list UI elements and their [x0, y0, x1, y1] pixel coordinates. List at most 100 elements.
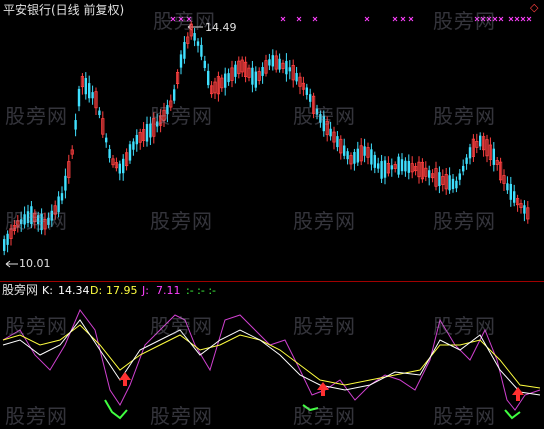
- watermark: 股旁网: [5, 209, 68, 233]
- bottom-signal: [504, 409, 521, 420]
- candle-body: [271, 55, 274, 67]
- candle-body: [179, 54, 183, 68]
- candle-body: [305, 87, 308, 95]
- candle-body: [98, 110, 101, 116]
- candle-body: [234, 64, 237, 77]
- high-price-label: 14.49: [205, 21, 237, 34]
- signal-x-icon: [520, 16, 526, 22]
- signal-x-icon: [312, 16, 318, 22]
- watermark: 股旁网: [150, 209, 213, 233]
- candle-body: [285, 60, 288, 75]
- candle-body: [3, 239, 6, 251]
- candle-body: [132, 141, 135, 150]
- candle-body: [397, 156, 400, 175]
- candle-body: [261, 67, 264, 76]
- candle-body: [88, 83, 91, 99]
- candle-body: [468, 147, 472, 159]
- candle-body: [451, 178, 455, 190]
- candle-body: [135, 134, 138, 145]
- candle-body: [91, 92, 94, 99]
- candle-body: [400, 159, 404, 172]
- candle-body: [207, 70, 210, 86]
- candle-body: [329, 128, 332, 137]
- signal-x-icon: [280, 16, 286, 22]
- candle-body: [77, 88, 81, 107]
- buy-arrow-icon: [119, 372, 131, 386]
- candle-body: [492, 148, 495, 165]
- signal-x-icon: [526, 16, 532, 22]
- candle-body: [295, 73, 298, 82]
- watermark: 股旁网: [433, 104, 496, 128]
- candle-body: [60, 193, 64, 201]
- candle-body: [509, 183, 512, 200]
- watermark: 股旁网: [5, 314, 68, 338]
- candle-body: [479, 135, 482, 147]
- signal-x-icon: [392, 16, 398, 22]
- watermark: 股旁网: [433, 404, 496, 428]
- signal-x-icon: [498, 16, 504, 22]
- chart-title: 平安银行(日线 前复权): [3, 3, 125, 17]
- candle-body: [343, 145, 346, 156]
- extra-dashes: :- :- :-: [186, 284, 217, 297]
- candle-body: [64, 175, 67, 191]
- k-label: K:: [42, 284, 53, 297]
- signal-x-icon: [408, 16, 414, 22]
- candle-body: [173, 89, 176, 101]
- chart-window[interactable]: 股旁网 股旁网 股旁网 股旁网 股旁网 股旁网 股旁网 股旁网 股旁网 股旁网 …: [0, 0, 544, 428]
- signal-x-icon: [400, 16, 406, 22]
- candle-body: [428, 170, 431, 178]
- watermark: 股旁网: [150, 314, 213, 338]
- candle-body: [377, 163, 380, 169]
- candle-body: [506, 183, 509, 191]
- candle-body: [383, 160, 387, 178]
- k-value: 14.34: [58, 284, 90, 297]
- candle-body: [336, 136, 339, 148]
- signal-x-icon: [514, 16, 520, 22]
- watermark: 股旁网: [5, 404, 68, 428]
- watermark: 股旁网: [293, 209, 356, 233]
- candle-body: [224, 73, 227, 88]
- candle-body: [268, 59, 271, 66]
- candle-body: [404, 160, 407, 172]
- candle-body: [145, 124, 149, 142]
- j-value: 7.11: [156, 284, 181, 297]
- candle-body: [373, 155, 376, 168]
- candle-body: [390, 165, 393, 170]
- indicator-name: 股旁网: [2, 283, 39, 297]
- d-value: 17.95: [106, 284, 138, 297]
- candle-body: [363, 146, 366, 156]
- candle-body: [346, 151, 349, 160]
- watermark: 股旁网: [150, 104, 213, 128]
- panel-marker-icon[interactable]: ◇: [530, 1, 538, 15]
- candle-body: [74, 120, 77, 130]
- candle-body: [251, 67, 254, 85]
- candle-body: [108, 149, 111, 159]
- candle-body: [183, 42, 186, 59]
- candle-body: [200, 44, 203, 57]
- candle-body: [353, 152, 356, 164]
- d-label: D:: [90, 284, 103, 297]
- watermark: 股旁网: [150, 404, 213, 428]
- signal-x-icon: [508, 16, 514, 22]
- signal-x-icon: [296, 16, 302, 22]
- candle-body: [193, 33, 196, 41]
- watermark: 股旁网: [5, 104, 68, 128]
- watermark: 股旁网: [293, 104, 356, 128]
- j-label: J:: [142, 284, 149, 297]
- candle-body: [122, 158, 125, 174]
- candle-body: [370, 149, 373, 165]
- candle-body: [407, 160, 410, 173]
- candle-body: [462, 165, 465, 172]
- signal-x-icon: [364, 16, 370, 22]
- candle-body: [84, 78, 87, 95]
- candle-body: [380, 161, 383, 179]
- watermark: 股旁网: [293, 314, 356, 338]
- watermark: 股旁网: [293, 404, 356, 428]
- candle-body: [105, 137, 108, 143]
- candle-body: [278, 58, 281, 70]
- candle-body: [455, 180, 458, 189]
- candle-body: [288, 67, 291, 72]
- candle-body: [128, 144, 132, 161]
- candle-body: [203, 60, 206, 68]
- candle-body: [448, 175, 451, 191]
